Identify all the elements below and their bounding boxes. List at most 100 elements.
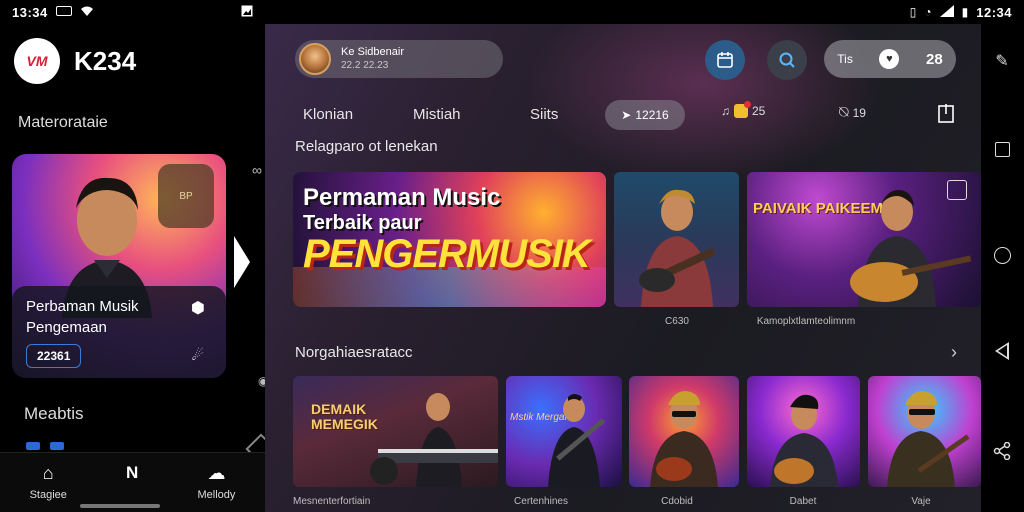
home-indicator[interactable] [80, 504, 160, 508]
hero-banner[interactable]: Permaman Music Terbaik paur PENGERMUSIK [293, 172, 606, 307]
user-profile-pill[interactable]: Ke Sidbenair 22.2 22.23 [295, 40, 503, 78]
status-time: 13:34 [12, 4, 48, 20]
nav-label-home: Stagiee [29, 489, 67, 501]
tab-pill-label: 12216 [635, 108, 669, 122]
status-bar-right: ▯ ◔ ▮ 12:34 [265, 0, 1024, 24]
tile-caption: Certenhines [514, 496, 568, 507]
square-icon [994, 141, 1010, 157]
back-triangle-icon [995, 342, 1009, 360]
video-tile[interactable] [614, 172, 739, 307]
nav-item-center[interactable]: N [126, 463, 138, 489]
featured-tag[interactable]: 22361 [26, 344, 82, 368]
tile-caption: Dabet [789, 496, 817, 507]
signal-icon [939, 4, 954, 20]
status-time-right: 12:34 [976, 4, 1012, 20]
calendar-button[interactable] [705, 40, 745, 80]
featured-card[interactable]: BP Perbaman Musik Pengemaan ⬢ 22361 ☄ [12, 154, 226, 378]
video-tile[interactable] [629, 376, 739, 487]
nav-label-melody: Mellody [197, 489, 236, 501]
favorites-count: 28 [926, 50, 943, 68]
chat-bubble-icon: ☁ [207, 463, 226, 483]
tile-caption: C630 [665, 316, 689, 327]
favorites-pill[interactable]: Tis ♥ 28 [824, 40, 956, 78]
featured-info: Perbaman Musik Pengemaan ⬢ 22361 ☄ [12, 286, 226, 378]
pen-icon[interactable]: ✎ [991, 50, 1013, 72]
avatar [299, 43, 331, 75]
bookmark-icon [938, 104, 954, 123]
music-count: 25 [752, 104, 766, 118]
chat-notifications[interactable]: ⍉ 19 [839, 104, 866, 122]
vibrate-icon: ▯ [909, 5, 917, 19]
video-tile[interactable] [868, 376, 981, 487]
keyboardist-figure [370, 393, 498, 487]
video-tile[interactable]: PAIVAIK PAIKEEMB [747, 172, 981, 307]
tab-bar: Klonian Mistiah Siits ➤ 12216 ♫ 25 ⍉ 19 [295, 100, 975, 132]
tile-caption: Kamoplxtlamteolimnm [756, 316, 856, 327]
guitarist-figure [769, 394, 838, 487]
featured-title: Perbaman Musik Pengemaan [26, 298, 139, 336]
video-tile[interactable]: Mstik Mergak [506, 376, 622, 487]
guitarist-figure [886, 391, 969, 487]
featured-badge: BP [158, 164, 214, 228]
tile-caption: Vaje [911, 496, 931, 507]
tab-klonian[interactable]: Klonian [303, 106, 353, 123]
share-icon[interactable] [991, 440, 1013, 462]
tab-active-pill[interactable]: ➤ 12216 [605, 100, 685, 130]
nav-item-home[interactable]: ⌂ Stagiee [30, 463, 67, 501]
home-icon: ⌂ [42, 463, 54, 483]
sidebar-section-title: Materorataie [18, 114, 108, 131]
sidebar-section-title-2: Meabtis [24, 404, 84, 423]
dance-icon[interactable]: ☄ [191, 347, 204, 364]
share-icon[interactable]: ⬢ [188, 298, 208, 318]
brand[interactable]: VM K234 [14, 38, 136, 84]
music-notifications[interactable]: ♫ 25 [721, 101, 766, 118]
main-content: Ke Sidbenair 22.2 22.23 Tis ♥ 28 Klonian… [265, 24, 981, 512]
chevron-right-icon[interactable]: › [951, 342, 957, 363]
home-button[interactable] [991, 244, 1013, 266]
badge-icon [734, 101, 751, 118]
user-subtitle: 22.2 22.23 [341, 60, 389, 71]
wifi-icon [80, 5, 94, 20]
guitarist-figure [850, 190, 972, 307]
battery-icon: ▮ [961, 5, 969, 19]
left-sidebar: VM K234 Materorataie BP Perbaman Musik P… [0, 24, 277, 512]
video-tile[interactable]: DEMAIK MEMEGIK [293, 376, 498, 487]
back-button[interactable] [991, 340, 1013, 362]
sim-icon [55, 5, 72, 19]
nav-item-melody[interactable]: ☁ Mellody [197, 463, 235, 501]
brand-name: K234 [74, 45, 137, 76]
tab-siits[interactable]: Siits [530, 106, 558, 123]
play-icon: ➤ [621, 108, 632, 122]
search-button[interactable] [767, 40, 807, 80]
guitarist-figure [638, 189, 715, 307]
hero-line-3: PENGERMUSIK [303, 232, 591, 276]
calendar-icon [717, 52, 733, 68]
chat-icon: ⍉ [839, 104, 849, 121]
user-name: Ke Sidbenair [341, 46, 404, 58]
circle-icon [993, 246, 1011, 264]
guitarist-figure [548, 394, 606, 487]
alarm-icon: ◔ [924, 5, 932, 19]
expand-arrow-icon[interactable] [234, 236, 250, 288]
search-icon [779, 52, 795, 68]
gallery-icon [241, 5, 253, 20]
status-bar-left: 13:34 [0, 0, 265, 24]
hero-line-1: Permaman Music [303, 184, 501, 211]
video-tile[interactable] [747, 376, 860, 487]
n-logo-icon: N [126, 463, 139, 482]
guitarist-figure [650, 391, 718, 487]
section-title-recommended: Norgahiaesratacc [295, 344, 413, 361]
bookmark-button[interactable] [937, 104, 955, 124]
recents-button[interactable] [991, 138, 1013, 160]
heart-icon: ♥ [879, 49, 900, 69]
section-title-featured: Relagparo ot lenekan [295, 138, 438, 155]
tile-caption: Cdobid [661, 496, 693, 507]
link-icon[interactable]: ∞ [252, 162, 262, 178]
music-note-icon: ♫ [721, 104, 730, 118]
favorites-label: Tis [837, 52, 853, 66]
system-nav-bar: ✎ [981, 24, 1024, 512]
sidebar-list-peek [26, 442, 64, 450]
brand-logo-icon: VM [14, 38, 60, 84]
tile-caption: Mesnenterfortiain [293, 496, 371, 507]
tab-mistiah[interactable]: Mistiah [413, 106, 461, 123]
